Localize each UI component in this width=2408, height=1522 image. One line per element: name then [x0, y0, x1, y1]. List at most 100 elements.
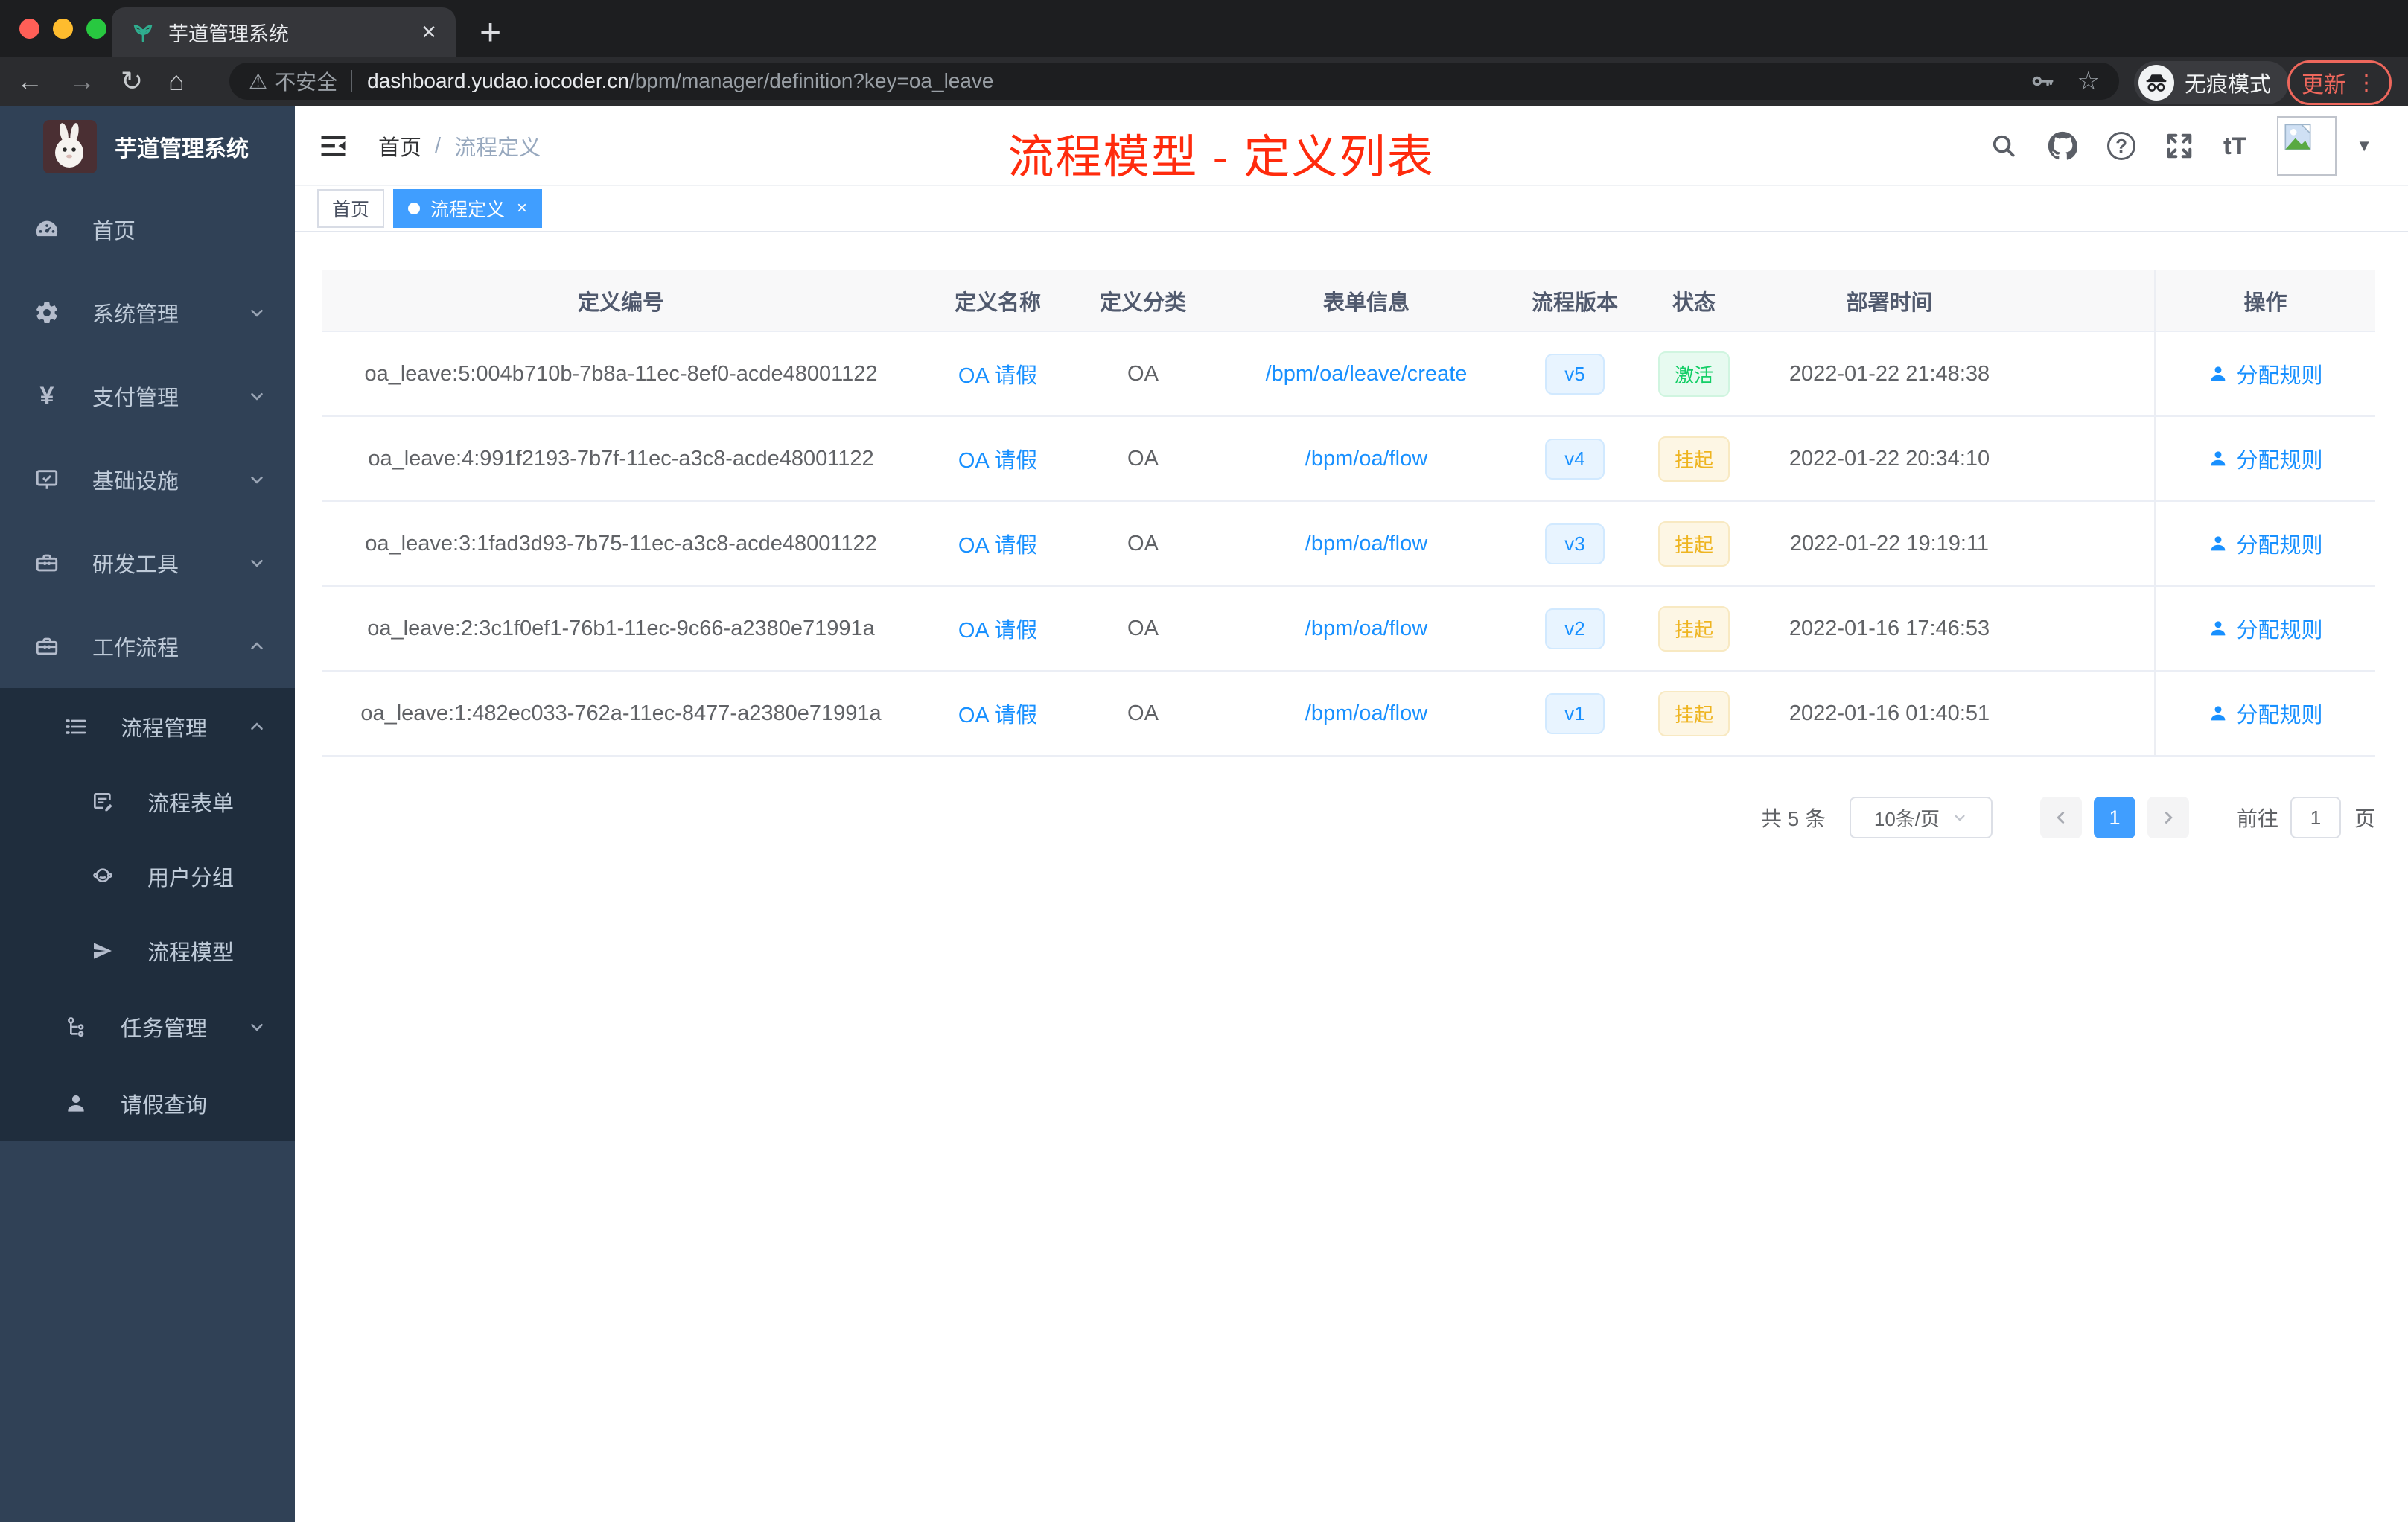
browser-update-button[interactable]: 更新 ⋮	[2287, 60, 2392, 105]
url-host: dashboard.yudao.iocoder.cn	[367, 69, 629, 92]
tag-process-definition[interactable]: 流程定义 ×	[393, 189, 543, 228]
sidebar-item-user-group[interactable]: 用户分组	[0, 839, 295, 914]
sidebar-item-payment[interactable]: ¥ 支付管理	[0, 354, 295, 438]
form-link[interactable]: /bpm/oa/leave/create	[1266, 362, 1468, 386]
pagination: 共 5 条 10条/页 1 前往 页	[1761, 796, 2375, 839]
definition-name-link[interactable]: OA 请假	[958, 364, 1037, 388]
form-link[interactable]: /bpm/oa/flow	[1305, 532, 1427, 555]
toolbox-icon	[34, 634, 60, 659]
table-row: oa_leave:4:991f2193-7b7f-11ec-a3c8-acde4…	[322, 417, 2375, 502]
sidebar-item-process-management[interactable]: 流程管理	[0, 688, 295, 765]
assign-rule-label: 分配规则	[2236, 364, 2323, 388]
sidebar-item-home[interactable]: 首页	[0, 188, 295, 271]
column-header: 操作	[2154, 270, 2375, 331]
avatar-caret-down-icon[interactable]: ▼	[2356, 136, 2372, 156]
version-badge: v3	[1545, 523, 1605, 564]
sidebar-item-dev-tools[interactable]: 研发工具	[0, 521, 295, 605]
people-icon	[91, 865, 115, 888]
help-icon[interactable]: ?	[2107, 132, 2136, 160]
sidebar-item-system[interactable]: 系统管理	[0, 271, 295, 354]
password-key-icon[interactable]	[2030, 69, 2055, 94]
tag-label: 流程定义	[430, 200, 506, 220]
forward-icon[interactable]: →	[69, 66, 95, 97]
sidebar: 芋道管理系统 首页 系统管理 ¥ 支付管理 基础设施 研发工具 工作流程 流程管…	[0, 106, 295, 1522]
assign-rule-link[interactable]: 分配规则	[2208, 528, 2323, 559]
deploy-time: 2022-01-22 19:19:11	[1789, 531, 1990, 555]
version-badge: v5	[1545, 353, 1605, 395]
fullscreen-icon[interactable]	[2165, 132, 2194, 160]
status-badge: 挂起	[1658, 605, 1730, 652]
prev-page-button[interactable]	[2039, 797, 2082, 838]
sidebar-item-task-management[interactable]: 任务管理	[0, 988, 295, 1065]
page-unit-label: 页	[2354, 807, 2375, 830]
user-icon	[2211, 366, 2226, 381]
sidebar-item-infrastructure[interactable]: 基础设施	[0, 438, 295, 521]
table-row: oa_leave:2:3c1f0ef1-76b1-11ec-9c66-a2380…	[322, 587, 2375, 672]
user-icon	[64, 1092, 88, 1115]
assign-rule-link[interactable]: 分配规则	[2208, 613, 2323, 644]
incognito-badge[interactable]: 无痕模式	[2134, 61, 2290, 104]
column-header: 部署时间	[1846, 290, 1933, 315]
sidebar-item-leave-query[interactable]: 请假查询	[0, 1065, 295, 1142]
page-annotation-title: 流程模型 - 定义列表	[1007, 132, 1435, 183]
page-size-value: 10条/页	[1873, 807, 1940, 830]
window-close-button[interactable]	[19, 19, 39, 39]
assign-rule-link[interactable]: 分配规则	[2208, 358, 2323, 389]
assign-rule-label: 分配规则	[2236, 449, 2323, 473]
sidebar-item-process-model[interactable]: 流程模型	[0, 914, 295, 988]
page-number-button[interactable]: 1	[2093, 797, 2135, 838]
definition-category: OA	[1127, 701, 1159, 725]
form-link[interactable]: /bpm/oa/flow	[1305, 617, 1427, 640]
breadcrumb-home[interactable]: 首页	[378, 130, 421, 162]
sidebar-logo[interactable]: 芋道管理系统	[0, 106, 295, 188]
deploy-time: 2022-01-16 17:46:53	[1789, 616, 1990, 640]
main-content: 定义编号 定义名称 定义分类 表单信息 流程版本 状态 部署时间 操作 oa_l…	[295, 232, 2408, 1522]
chevron-down-icon	[247, 1017, 267, 1037]
status-badge: 挂起	[1658, 436, 1730, 482]
navbar-actions: ? tT ▼	[1990, 106, 2372, 186]
goto-page-input[interactable]	[2290, 797, 2341, 838]
gear-icon	[34, 300, 60, 325]
chevron-down-icon	[247, 553, 267, 573]
assign-rule-link[interactable]: 分配规则	[2208, 698, 2323, 729]
not-secure-warning-icon: ⚠	[249, 69, 268, 93]
sidebar-collapse-icon[interactable]	[317, 130, 350, 162]
back-icon[interactable]: ←	[16, 66, 43, 97]
github-icon[interactable]	[2048, 131, 2078, 161]
sidebar-item-workflow[interactable]: 工作流程	[0, 605, 295, 688]
window-zoom-button[interactable]	[86, 19, 106, 39]
form-link[interactable]: /bpm/oa/flow	[1305, 701, 1427, 725]
new-tab-button[interactable]: +	[480, 10, 501, 54]
browser-toolbar: ← → ↻ ⌂ ⚠ 不安全 dashboard.yudao.iocoder.cn…	[0, 57, 2408, 106]
font-size-icon[interactable]: tT	[2223, 133, 2247, 160]
definition-name-link[interactable]: OA 请假	[958, 704, 1037, 727]
column-header: 流程版本	[1531, 290, 1618, 315]
home-icon[interactable]: ⌂	[168, 66, 185, 97]
page-size-select[interactable]: 10条/页	[1849, 797, 1993, 838]
definition-name-link[interactable]: OA 请假	[958, 619, 1037, 643]
browser-tab[interactable]: 芋道管理系统 ×	[112, 7, 456, 57]
sidebar-item-label: 工作流程	[92, 637, 179, 660]
next-page-button[interactable]	[2147, 797, 2189, 838]
sidebar-item-process-form[interactable]: 流程表单	[0, 765, 295, 839]
search-icon[interactable]	[1990, 132, 2018, 160]
url-bar[interactable]: ⚠ 不安全 dashboard.yudao.iocoder.cn/bpm/man…	[229, 63, 2119, 100]
workflow-submenu: 流程管理 流程表单 用户分组 流程模型 任务管理 请假查询	[0, 688, 295, 1142]
sidebar-item-label: 用户分组	[147, 867, 235, 891]
reload-icon[interactable]: ↻	[121, 66, 143, 97]
avatar[interactable]	[2277, 116, 2337, 176]
assign-rule-link[interactable]: 分配规则	[2208, 443, 2323, 474]
bookmark-star-icon[interactable]: ☆	[2077, 66, 2100, 96]
version-badge: v2	[1545, 608, 1605, 649]
app-title: 芋道管理系统	[115, 137, 249, 162]
tags-view-bar: 首页 流程定义 ×	[295, 186, 2408, 232]
definition-name-link[interactable]: OA 请假	[958, 449, 1037, 473]
browser-menu-dots-icon[interactable]: ⋮	[2355, 70, 2377, 96]
tab-close-icon[interactable]: ×	[421, 19, 436, 45]
tag-home[interactable]: 首页	[317, 189, 385, 228]
definition-name-link[interactable]: OA 请假	[958, 534, 1037, 558]
tag-close-icon[interactable]: ×	[517, 200, 527, 217]
form-link[interactable]: /bpm/oa/flow	[1305, 447, 1427, 471]
window-minimize-button[interactable]	[53, 19, 73, 39]
definition-category: OA	[1127, 616, 1159, 640]
